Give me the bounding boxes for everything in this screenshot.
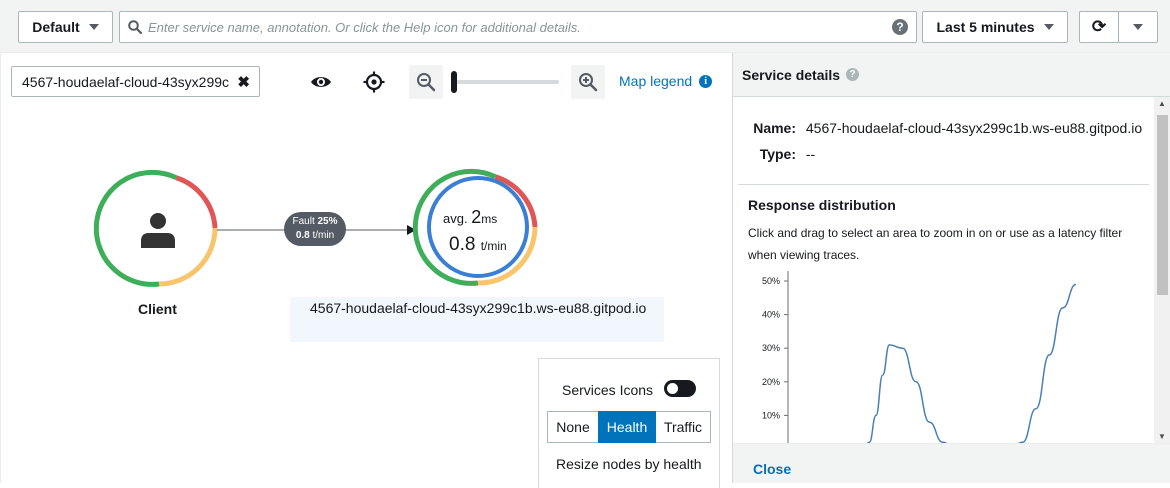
panel-footer: Close: [733, 443, 1170, 483]
scroll-down-arrow-icon[interactable]: ▼: [1158, 432, 1166, 441]
service-details-panel: Service details ? Name: 4567-houdaelaf-c…: [732, 53, 1170, 483]
zoom-in-icon: [579, 73, 598, 92]
service-rate-unit: t/min: [480, 239, 507, 253]
avg-prefix: avg.: [443, 211, 468, 226]
search-box[interactable]: ?: [119, 11, 917, 43]
service-name-row: Name: 4567-houdaelaf-cloud-43syx299c1b.w…: [753, 120, 1142, 136]
distribution-description: Click and drag to select an area to zoom…: [748, 226, 1123, 262]
avg-value: 2: [471, 207, 482, 227]
zoom-slider-track[interactable]: [453, 80, 559, 84]
eye-icon: [311, 77, 331, 87]
client-node[interactable]: [93, 169, 218, 287]
edge-stats-badge[interactable]: Fault 25% 0.8 t/min: [284, 212, 346, 246]
edge-fault-line: Fault 25%: [284, 215, 346, 229]
time-range-label: Last 5 minutes: [936, 19, 1035, 35]
panel-title: Service details: [742, 66, 841, 83]
caret-down-icon: [88, 24, 99, 30]
name-key: Name:: [753, 120, 796, 136]
map-settings-box: Services Icons None Health Traffic Resiz…: [538, 358, 720, 488]
user-icon: [141, 213, 175, 248]
service-type-row: Type: --: [753, 146, 816, 162]
close-link[interactable]: Close: [753, 461, 791, 477]
y-axis-ticks: 50% 40% 30% 20% 10%: [762, 276, 788, 420]
edge-rate-line: 0.8 t/min: [284, 229, 346, 243]
type-value: --: [805, 146, 816, 162]
y-tick-label: 10%: [762, 410, 780, 420]
service-rate: 0.8 t/min: [449, 234, 507, 256]
service-avg-latency: avg. 2ms: [443, 207, 497, 228]
client-node-label: Client: [138, 301, 177, 317]
scroll-thumb[interactable]: [1157, 115, 1168, 295]
service-node-label[interactable]: 4567-houdaelaf-cloud-43syx299c1b.ws-eu88…: [290, 297, 664, 342]
help-icon[interactable]: ?: [892, 19, 908, 35]
node-filter-value: 4567-houdaelaf-cloud-43syx299c: [22, 73, 230, 90]
node-filter-chip[interactable]: 4567-houdaelaf-cloud-43syx299c ✖: [11, 66, 260, 97]
distribution-title: Response distribution: [748, 197, 896, 213]
divider: [738, 184, 1149, 185]
resize-mode-segmented-control: None Health Traffic: [547, 411, 711, 443]
caret-down-icon: [1043, 24, 1054, 30]
distribution-series-line: [866, 283, 1077, 443]
edge-fault-pct: 25%: [317, 216, 338, 227]
edge-rate-value: 0.8: [295, 230, 310, 241]
services-icons-label: Services Icons: [562, 382, 654, 398]
zoom-in-button[interactable]: [571, 65, 605, 99]
search-input[interactable]: [148, 13, 892, 41]
service-node-name: 4567-houdaelaf-cloud-43syx299c1b.ws-eu88…: [310, 300, 647, 316]
view-button[interactable]: [304, 65, 338, 99]
service-rate-value: 0.8: [449, 234, 476, 255]
center-map-button[interactable]: [357, 65, 391, 99]
scroll-up-arrow-icon[interactable]: ▲: [1158, 99, 1166, 108]
time-range-button[interactable]: Last 5 minutes: [922, 11, 1068, 43]
clear-filter-icon[interactable]: ✖: [237, 73, 250, 91]
group-select-label: Default: [32, 19, 80, 35]
refresh-icon: ⟳: [1091, 17, 1107, 36]
group-select-button[interactable]: Default: [18, 11, 113, 43]
caret-down-icon: [1133, 24, 1143, 30]
top-toolbar: Default ? Last 5 minutes ⟳: [0, 0, 1170, 53]
search-icon: [128, 20, 142, 34]
response-distribution-chart[interactable]: 50% 40% 30% 20% 10%: [748, 271, 1148, 443]
resize-option-health[interactable]: Health: [598, 411, 656, 443]
name-value: 4567-houdaelaf-cloud-43syx299c1b.ws-eu88…: [805, 120, 1143, 136]
y-tick-label: 50%: [762, 276, 780, 286]
y-tick-label: 20%: [762, 377, 780, 387]
help-icon[interactable]: ?: [846, 68, 860, 81]
resize-option-traffic[interactable]: Traffic: [656, 411, 711, 443]
avg-unit: ms: [481, 212, 498, 226]
crosshair-icon: [363, 71, 385, 93]
resize-mode-label: Resize nodes by health: [556, 456, 702, 472]
panel-header: Service details ?: [733, 53, 1170, 97]
zoom-slider-handle[interactable]: [451, 71, 457, 93]
map-legend-label: Map legend: [619, 73, 693, 89]
map-legend-link[interactable]: Map legend i: [619, 73, 713, 89]
panel-scrollbar[interactable]: ▲ ▼: [1154, 97, 1170, 443]
services-icons-toggle[interactable]: [664, 380, 696, 397]
refresh-options-button[interactable]: [1118, 11, 1158, 43]
zoom-out-icon: [417, 73, 436, 92]
edge-fault-label: Fault: [292, 216, 315, 227]
refresh-button[interactable]: ⟳: [1079, 11, 1119, 43]
y-tick-label: 30%: [762, 343, 780, 353]
resize-option-none[interactable]: None: [547, 411, 598, 443]
y-tick-label: 40%: [762, 310, 780, 320]
zoom-out-button[interactable]: [409, 65, 443, 99]
type-key: Type:: [759, 146, 796, 162]
edge-rate-unit: t/min: [312, 230, 335, 241]
info-icon: i: [699, 74, 713, 88]
service-map[interactable]: 4567-houdaelaf-cloud-43syx299c ✖ Map leg…: [0, 53, 732, 488]
